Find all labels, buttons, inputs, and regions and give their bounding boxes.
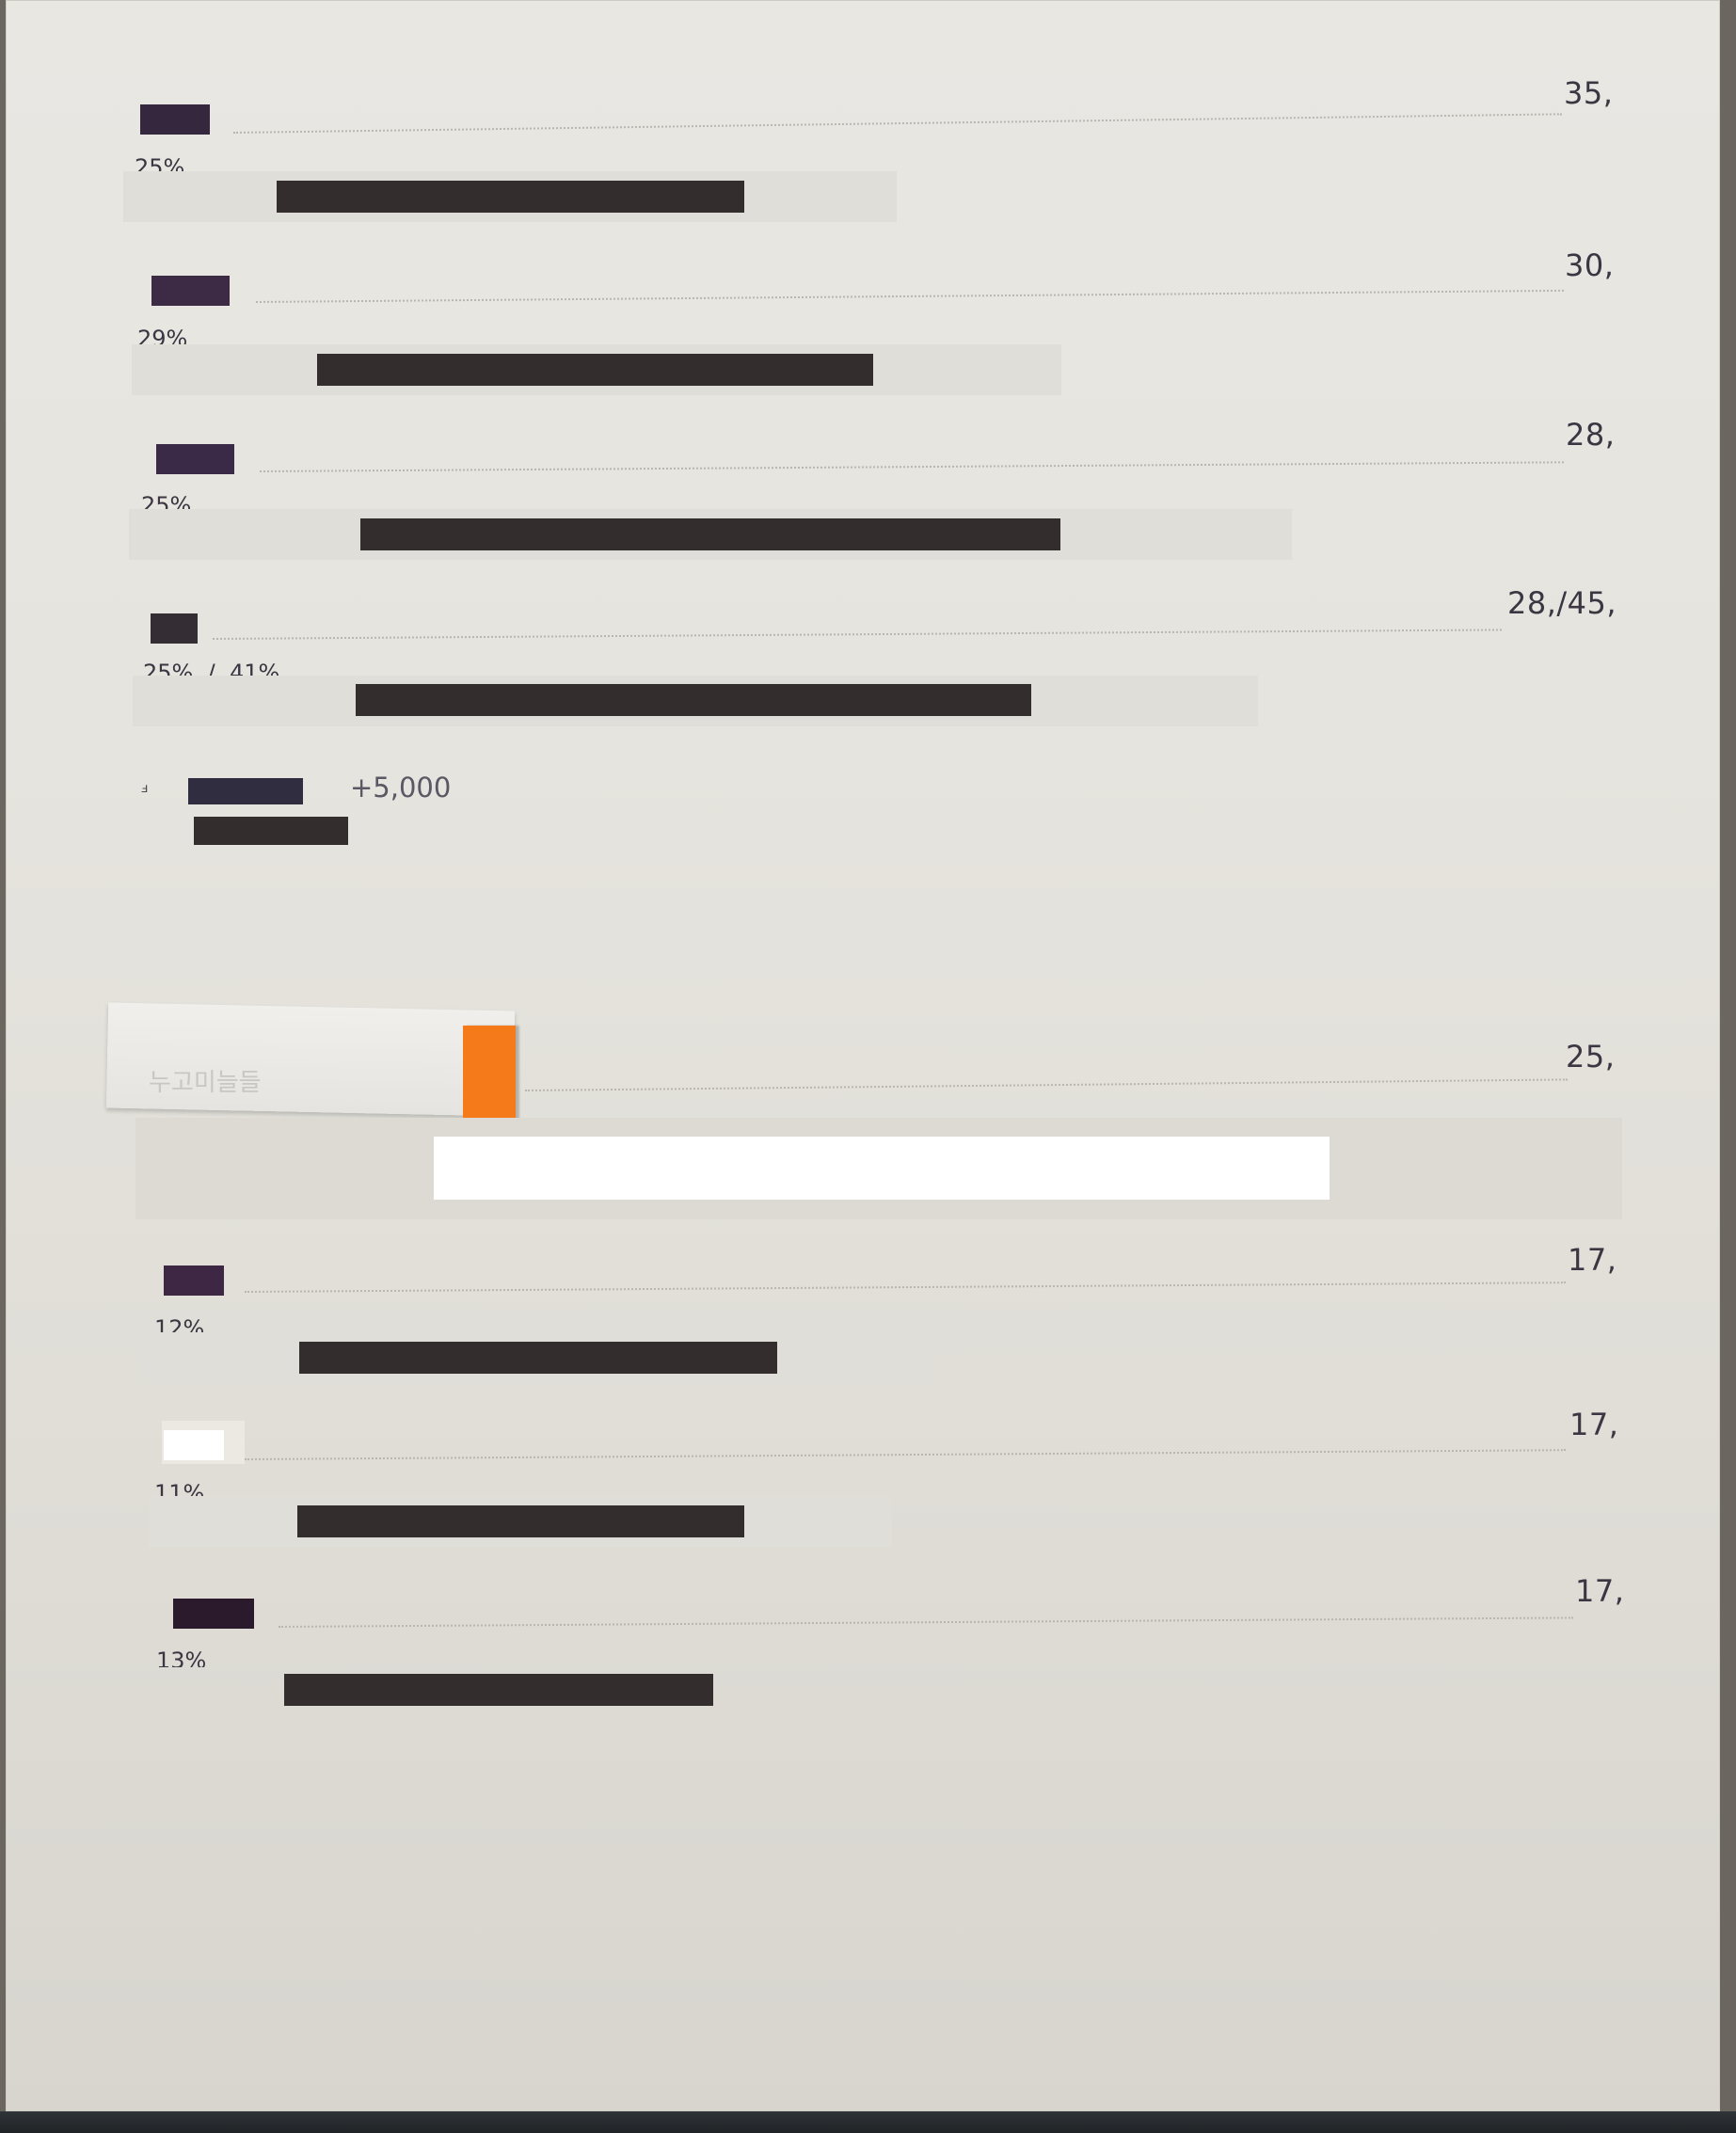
entry-value: 35, <box>1564 75 1614 111</box>
leader-line <box>232 113 1562 134</box>
entry-swatch <box>151 276 230 306</box>
entry-swatch <box>140 104 210 135</box>
sticky-note-tab <box>463 1026 516 1120</box>
leader-line <box>244 1281 1566 1293</box>
sticky-note-text: 누고미늘들 <box>149 1069 262 1097</box>
entry-label-bar <box>297 1505 744 1537</box>
leader-line <box>212 629 1502 640</box>
entry-label-bar <box>360 518 1060 550</box>
entry-percent: 13% <box>156 1648 207 1667</box>
entry-value: 25, <box>1566 1039 1616 1074</box>
entry-label-bar <box>277 181 744 213</box>
leader-line <box>524 1078 1568 1091</box>
entry-label-bar <box>434 1137 1330 1200</box>
entry-label-bar <box>299 1342 777 1374</box>
entry-swatch <box>173 1599 254 1629</box>
note-label-bar <box>194 817 348 845</box>
entry-swatch <box>164 1265 224 1296</box>
sticky-note <box>105 1002 516 1117</box>
entry-label-bar <box>284 1674 713 1706</box>
entry-value: 17, <box>1568 1242 1617 1278</box>
entry-label-bar <box>317 354 873 386</box>
entry-percent: 29% <box>137 326 188 345</box>
desk-edge <box>0 2111 1736 2133</box>
entry-value: 28, <box>1566 417 1616 453</box>
entry-value: 30, <box>1565 247 1615 283</box>
entry-value: 17, <box>1569 1407 1619 1442</box>
entry-swatch <box>164 1430 224 1460</box>
entry-value: 17, <box>1575 1573 1625 1609</box>
note-marker: ⅎ <box>141 781 149 796</box>
paper-sheet: 35, 25% 30, 29% 28, 25% 28,/45, 25% / 41… <box>6 0 1720 2111</box>
note-value: +5,000 <box>350 772 452 804</box>
note-swatch <box>188 778 303 804</box>
leader-line <box>255 289 1564 303</box>
leader-line <box>259 461 1564 472</box>
entry-swatch <box>156 444 234 474</box>
entry-swatch <box>151 613 198 644</box>
entry-label-bar <box>356 684 1031 716</box>
entry-value: 28,/45, <box>1507 585 1617 621</box>
leader-line <box>278 1616 1573 1628</box>
leader-line <box>244 1449 1566 1460</box>
